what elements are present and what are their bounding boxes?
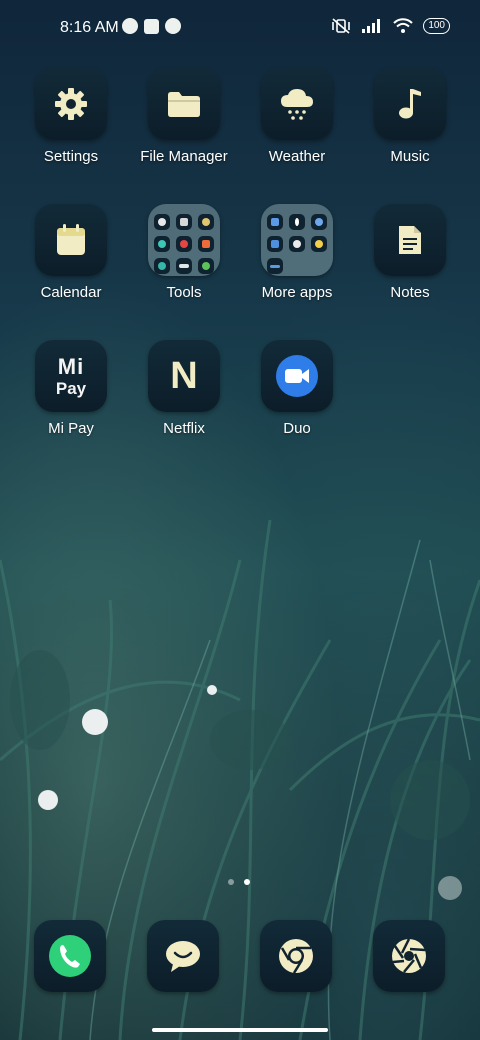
mini-app-icon [176, 236, 192, 252]
folder-icon [148, 68, 220, 140]
folder-more-apps[interactable]: More apps [242, 204, 352, 301]
clock: 8:16 AM [60, 19, 119, 36]
app-netflix[interactable]: N Netflix [129, 340, 239, 437]
mini-app-icon [311, 214, 327, 230]
camera-aperture-icon [373, 920, 445, 992]
notification-icons [122, 18, 181, 34]
wifi-icon [393, 18, 414, 33]
notification-app-icon-2 [165, 18, 181, 34]
app-mi-pay[interactable]: Mi Pay Mi Pay [16, 340, 126, 437]
duo-camera-icon [261, 340, 333, 412]
mini-app-icon [267, 236, 283, 252]
app-label: File Manager [140, 148, 228, 165]
mini-app-icon [267, 214, 283, 230]
page-dot-active[interactable] [244, 879, 250, 885]
page-indicator [228, 879, 250, 885]
app-label: Calendar [40, 284, 102, 301]
app-label: Weather [268, 148, 326, 165]
home-gesture-bar[interactable] [152, 1028, 328, 1032]
notes-icon [374, 204, 446, 276]
battery-level: 100 [423, 18, 450, 34]
folder-tools-icon [148, 204, 220, 276]
notification-square-icon [144, 18, 159, 34]
mini-app-icon [176, 214, 192, 230]
app-weather[interactable]: Weather [242, 68, 352, 165]
app-notes[interactable]: Notes [355, 204, 465, 301]
mi-pay-logo-top: Mi [57, 353, 85, 379]
calendar-icon [35, 204, 107, 276]
music-note-icon [374, 68, 446, 140]
app-file-manager[interactable]: File Manager [129, 68, 239, 165]
notification-app-icon [122, 18, 138, 34]
mini-app-icon [198, 236, 214, 252]
app-duo[interactable]: Duo [242, 340, 352, 437]
gear-icon [35, 68, 107, 140]
app-music[interactable]: Music [355, 68, 465, 165]
mini-app-icon [154, 214, 170, 230]
dock-chrome[interactable] [260, 920, 332, 992]
mi-pay-logo-bottom: Pay [55, 378, 87, 398]
chrome-icon [260, 920, 332, 992]
mini-app-icon [311, 236, 327, 252]
mini-app-icon [267, 258, 283, 274]
app-label: Netflix [163, 420, 205, 437]
folder-more-apps-icon [261, 204, 333, 276]
app-label: Duo [283, 420, 311, 437]
status-bar: 8:16 AM 100 [0, 0, 480, 56]
dock-phone[interactable] [34, 920, 106, 992]
dock-messages[interactable] [147, 920, 219, 992]
mini-app-icon [289, 214, 305, 230]
app-label: Settings [43, 148, 99, 165]
mini-app-icon [154, 236, 170, 252]
phone-icon [34, 920, 106, 992]
messages-icon [147, 920, 219, 992]
system-icons: 100 [331, 17, 450, 35]
netflix-logo: N [170, 354, 198, 397]
vibrate-off-icon [332, 18, 351, 34]
mini-app-icon [154, 258, 170, 274]
cloud-snow-icon [261, 68, 333, 140]
app-label: Music [390, 148, 430, 165]
folder-tools[interactable]: Tools [129, 204, 239, 301]
app-label: Notes [390, 284, 430, 301]
app-label: More apps [261, 284, 333, 301]
dock-camera[interactable] [373, 920, 445, 992]
mini-app-icon [198, 258, 214, 274]
mini-app-icon [176, 258, 192, 274]
app-label: Tools [166, 284, 202, 301]
signal-icon [362, 19, 381, 33]
page-dot[interactable] [228, 879, 234, 885]
netflix-icon: N [148, 340, 220, 412]
app-label: Mi Pay [48, 420, 94, 437]
app-settings[interactable]: Settings [16, 68, 126, 165]
mi-pay-icon: Mi Pay [35, 340, 107, 412]
mini-app-icon [198, 214, 214, 230]
mini-app-icon [289, 236, 305, 252]
app-calendar[interactable]: Calendar [16, 204, 126, 301]
